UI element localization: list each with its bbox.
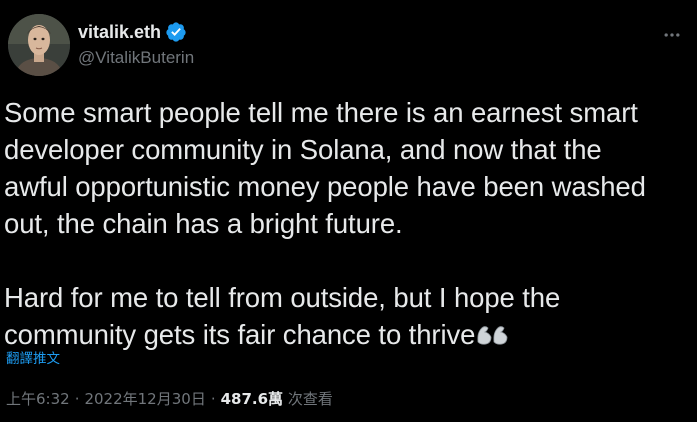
tweet-header: vitalik.eth @VitalikButerin xyxy=(8,14,689,80)
tweet-text-line: Some smart people tell me there is an ea… xyxy=(4,97,638,128)
author-name-row[interactable]: vitalik.eth xyxy=(78,18,378,46)
views-label: 次查看 xyxy=(287,390,333,408)
avatar[interactable] xyxy=(8,14,70,76)
more-options-icon xyxy=(664,33,680,37)
author-handle[interactable]: @VitalikButerin xyxy=(78,48,378,68)
tweet-text-line-last: community gets its fair chance to thrive xyxy=(4,316,690,353)
tweet-text: Some smart people tell me there is an ea… xyxy=(4,94,690,353)
tweet-meta: 上午6:32 · 2022年12月30日 · 487.6萬 次查看 xyxy=(6,388,333,409)
views-count: 487.6萬 xyxy=(220,390,284,408)
tweet-text-line: Hard for me to tell from outside, but I … xyxy=(4,282,561,313)
tweet-text-line: awful opportunistic money people have be… xyxy=(4,171,646,202)
flexed-biceps-icon xyxy=(476,320,510,348)
author-display-name[interactable]: vitalik.eth xyxy=(78,22,161,43)
meta-separator: · xyxy=(74,390,80,408)
tweet-text-line: out, the chain has a bright future. xyxy=(4,208,403,239)
meta-separator: · xyxy=(210,390,216,408)
more-options-button[interactable] xyxy=(659,22,685,48)
avatar-photo-icon xyxy=(8,14,70,76)
translate-tweet-link[interactable]: 翻譯推文 xyxy=(6,347,60,367)
verified-badge-icon xyxy=(165,21,187,43)
tweet-text-line: developer community in Solana, and now t… xyxy=(4,134,602,165)
tweet-card: vitalik.eth @VitalikButerin Some smart p… xyxy=(0,0,697,422)
tweet-time[interactable]: 上午6:32 xyxy=(6,390,70,408)
tweet-date[interactable]: 2022年12月30日 xyxy=(84,390,205,408)
tweet-text-fragment: community gets its fair chance to thrive xyxy=(4,319,476,350)
author-info: vitalik.eth @VitalikButerin xyxy=(78,18,378,78)
